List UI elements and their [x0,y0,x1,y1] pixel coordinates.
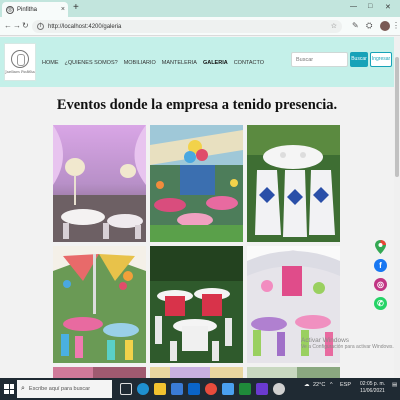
menu-item-contacto[interactable]: CONTACTO [234,60,264,66]
chrome-icon[interactable] [205,383,217,395]
watermark-line2: Ve a Configuración para activar Windows. [301,344,394,350]
address-bar[interactable]: i http://localhost:4200/galeria ☆ [32,20,342,33]
gallery-photo[interactable] [247,125,340,242]
url-text: http://localhost:4200/galeria [48,23,122,30]
menu-item-manteleria[interactable]: MANTELERIA [162,60,197,66]
gallery-photo[interactable] [53,367,146,378]
whatsapp-icon[interactable]: ✆ [374,297,387,310]
tab-close-icon[interactable]: × [61,6,65,13]
site-info-icon[interactable]: i [37,23,44,30]
bookmark-star-icon[interactable]: ☆ [331,22,337,30]
new-tab-button[interactable]: + [73,3,79,13]
tab-title: Pinfitha [17,6,38,13]
clock-time: 02:05 p. m. [360,381,386,387]
gallery-photo[interactable] [247,367,340,378]
app-icon-2[interactable] [273,383,285,395]
vscode-icon[interactable] [222,383,234,395]
notifications-icon[interactable]: ▤ [392,382,397,388]
excel-icon[interactable] [239,383,251,395]
file-explorer-icon[interactable] [154,383,166,395]
gallery-photo[interactable] [150,246,243,363]
menu-item-quienes-somos[interactable]: ¿QUIENES SOMOS? [65,60,118,66]
maps-pin-icon[interactable] [374,240,387,254]
forward-arrow-icon[interactable]: → [13,21,21,30]
site-favicon-icon: ◎ [6,5,14,14]
windows-activation-watermark: Activar Windows Ve a Configuración para … [301,337,394,351]
edge-icon[interactable] [137,383,149,395]
gallery-photo[interactable] [150,367,243,378]
page-scrollbar[interactable] [394,37,400,378]
extension-puzzle-icon[interactable]: ⛭ [366,21,372,31]
temperature-text: 22°C [313,382,326,388]
site-logo[interactable]: Jardines Pinfitha [4,43,36,81]
profile-avatar[interactable] [380,21,390,31]
watermark-line1: Activar Windows [301,337,350,344]
gallery-photo[interactable] [53,125,146,242]
tab-active[interactable]: ◎ Pinfitha × [2,2,68,17]
extension-pen-icon[interactable]: ✎ [352,21,359,30]
store-icon[interactable] [171,383,183,395]
search-input[interactable] [291,52,348,67]
instagram-icon[interactable]: ◎ [374,278,387,291]
weather-icon[interactable]: ☁ [304,382,310,388]
minimize-button[interactable]: — [350,3,357,10]
maximize-button[interactable]: □ [368,3,372,10]
main-menu: HOME ¿QUIENES SOMOS? MOBILIARIO MANTELER… [42,60,264,66]
clock-date: 11/06/2021 [360,388,385,394]
gallery-photo[interactable] [53,246,146,363]
login-button[interactable]: Ingresar [370,52,392,67]
reload-icon[interactable]: ↻ [22,21,29,30]
windows-start-icon[interactable] [4,384,14,394]
taskbar-search-text: Escribe aquí para buscar [28,386,91,392]
search-icon: ⌕ [21,385,25,392]
page-title: Eventos donde la empresa a tenido presen… [56,97,338,113]
scrollbar-thumb[interactable] [395,57,399,177]
menu-item-mobiliario[interactable]: MOBILIARIO [124,60,156,66]
windows-taskbar: ⌕ Escribe aquí para buscar ☁ 22°C ^ ESP … [0,378,400,400]
facebook-icon[interactable]: f [374,259,387,272]
mail-icon[interactable] [188,383,200,395]
taskbar-clock[interactable]: 02:05 p. m. 11/06/2021 [360,381,385,395]
gallery-photo[interactable] [150,125,243,242]
task-view-icon[interactable] [120,383,132,395]
logo-emblem-icon [11,50,29,68]
browser-menu-icon[interactable]: ⋮ [392,21,400,30]
tab-strip: ◎ Pinfitha × + — □ ✕ [0,0,400,17]
language-indicator[interactable]: ESP [340,382,351,388]
tray-arrow-icon[interactable]: ^ [330,382,333,388]
search-button[interactable]: Buscar [350,52,368,67]
taskbar-search[interactable]: ⌕ Escribe aquí para buscar [17,380,112,398]
back-arrow-icon[interactable]: ← [4,21,12,30]
menu-item-home[interactable]: HOME [42,60,59,66]
logo-text: Jardines Pinfitha [5,70,35,74]
close-window-button[interactable]: ✕ [385,3,391,11]
address-bar-row: ← → ↻ i http://localhost:4200/galeria ☆ … [0,17,400,36]
menu-item-galeria[interactable]: GALERIA [203,60,228,66]
web-page: Jardines Pinfitha HOME ¿QUIENES SOMOS? M… [0,37,394,378]
site-header: Jardines Pinfitha HOME ¿QUIENES SOMOS? M… [0,37,394,87]
app-icon[interactable] [256,383,268,395]
